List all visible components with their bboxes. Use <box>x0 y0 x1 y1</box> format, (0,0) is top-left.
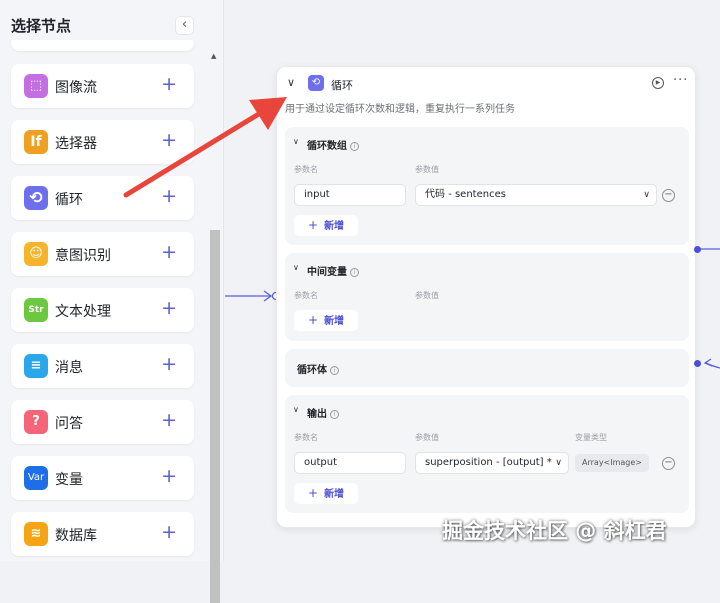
arrow-shaft <box>123 109 265 198</box>
annotation-arrow <box>123 97 287 198</box>
arrowhead-icon <box>249 97 287 130</box>
watermark: 掘金技术社区 @ 斜杠君 <box>442 519 667 543</box>
